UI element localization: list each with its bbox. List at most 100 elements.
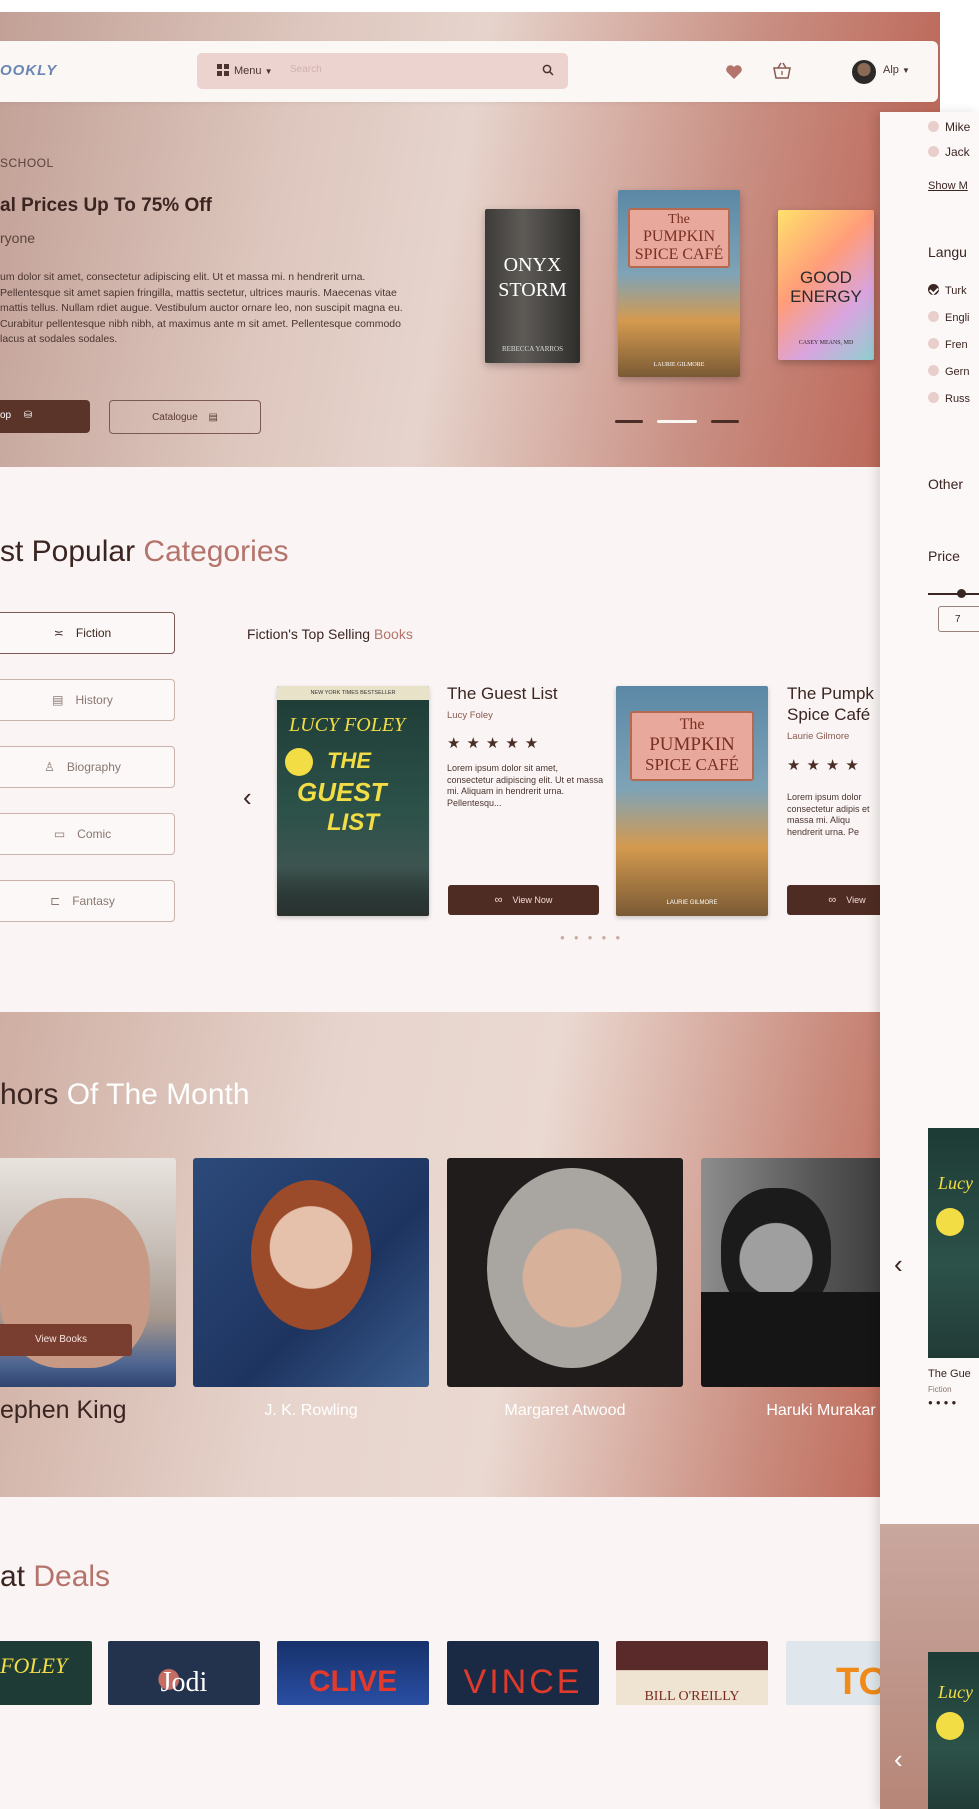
author-photo [251,1180,371,1330]
search-icon[interactable] [542,64,554,76]
basket-icon: ⛁ [23,410,33,421]
category-label: History [75,693,113,707]
result-book-genre: Fiction [928,1385,952,1394]
language-option[interactable]: Russ [928,392,970,405]
radio-icon [928,146,939,157]
category-comic[interactable]: ▭ Comic [0,813,175,855]
option-label: Turk [945,285,967,297]
main-page: OOKLY Menu ▼ Search Alp ▼ SCHOOL al Pric… [0,0,940,1809]
option-label: Mike [945,120,971,134]
title-accent: Categories [143,535,289,568]
rating-dots: ●●●● [928,1398,960,1407]
menu-button[interactable]: Menu ▼ [217,64,273,77]
option-label: Russ [945,393,971,405]
view-now-button[interactable]: ∞ View Now [448,885,599,915]
catalogue-label: Catalogue [152,412,198,423]
language-option[interactable]: Turk [928,284,967,297]
deal-book[interactable]: Jodi [108,1641,260,1705]
rating-stars: ★★★★★ [447,735,545,752]
chevron-down-icon: ▼ [264,67,273,76]
authors-title: hors Of The Month [0,1078,250,1112]
show-more-link[interactable]: Show M [928,180,968,192]
author-name[interactable]: ephen King [0,1396,127,1425]
deal-book[interactable]: FOLEY [0,1641,92,1705]
chevron-left-icon[interactable]: ‹ [894,1744,903,1775]
price-min-input[interactable]: 7 [938,606,979,632]
search-input[interactable]: Search [290,64,322,75]
title-accent: Deals [33,1560,111,1593]
book-cover-author: CASEY MEANS, MD [798,340,854,346]
chevron-left-icon[interactable]: ‹ [243,782,252,813]
checkbox-icon [928,392,939,403]
language-option[interactable]: Engli [928,311,969,324]
price-min-value: 7 [955,614,961,625]
categories-title: st Popular Categories [0,535,289,569]
grid-icon [217,64,229,76]
book-cover-pumpkin-spice-cafe[interactable]: The PUMPKIN SPICE CAFÉ LAURIE GILMORE [616,686,768,916]
top-selling-heading: Fiction's Top Selling Books [247,626,413,642]
hero-book-onyx-storm[interactable]: ONYX STORM REBECCA YARROS [485,209,580,363]
basket-icon[interactable] [772,62,792,80]
comic-icon: ▭ [53,827,66,841]
book-description: Lorem ipsum dolor sit amet, consectetur … [447,763,604,808]
filter-author-option[interactable]: Jack [928,145,970,159]
deal-book[interactable]: CLIVE [277,1641,429,1705]
language-option[interactable]: Gern [928,365,969,378]
title-line: Spice Café [787,705,871,724]
badge-icon [285,748,313,776]
filter-author-option[interactable]: Mike [928,120,970,134]
book-cover-title: ONYX [503,254,562,276]
shop-button[interactable]: op ⛁ [0,400,90,433]
user-menu[interactable]: Alp ▼ [883,64,910,76]
category-fiction[interactable]: ≍ Fiction [0,612,175,654]
price-slider-track[interactable] [928,593,979,595]
cover-title: The [679,716,705,733]
rating-stars: ★★★★ [787,757,865,774]
hero-carousel-dots[interactable] [615,410,753,428]
result-book-title[interactable]: The Gue [928,1368,971,1380]
hero-book-good-energy[interactable]: GOOD ENERGY CASEY MEANS, MD [778,210,874,360]
cover-text: Lucy [938,1173,973,1193]
chevron-left-icon[interactable]: ‹ [894,1249,903,1280]
category-biography[interactable]: ♙ Biography [0,746,175,788]
book-cover-guest-list[interactable]: NEW YORK TIMES BESTSELLER LUCY FOLEY THE… [277,686,429,916]
search-bar[interactable]: Menu ▼ Search [197,53,568,89]
author-card-margaret-atwood[interactable] [447,1158,683,1387]
book-cover-title: ENERGY [790,287,862,306]
clipboard-icon: ▤ [208,412,218,423]
result-book-cover[interactable]: Lucy [928,1128,979,1358]
logo[interactable]: OOKLY [0,62,57,79]
author-name[interactable]: Margaret Atwood [447,1402,683,1420]
price-slider-handle[interactable] [957,589,966,598]
category-fantasy[interactable]: ⊏ Fantasy [0,880,175,922]
radio-icon [928,121,939,132]
cover-title: GUEST [297,777,387,807]
cover-author: LAURIE GILMORE [666,900,718,906]
title-plain: st Popular [0,535,144,568]
carousel-dot[interactable] [615,420,643,423]
checkbox-icon [928,365,939,376]
heart-icon[interactable] [725,64,743,80]
catalogue-button[interactable]: Catalogue ▤ [109,400,261,434]
author-card-jk-rowling[interactable] [193,1158,429,1387]
books-pager[interactable]: ●●●●● [560,933,629,942]
deal-book[interactable]: BILL O'REILLY [616,1641,768,1705]
deal-cover-text: FOLEY [0,1653,68,1678]
carousel-dot[interactable] [711,420,739,423]
fiction-icon: ≍ [53,626,64,640]
checkbox-icon [928,311,939,322]
carousel-dot-active[interactable] [657,420,697,423]
book-title[interactable]: The Guest List [447,683,558,704]
view-books-button[interactable]: View Books [0,1324,132,1356]
book-title[interactable]: The Pumpk Spice Café [787,683,874,725]
hero-book-pumpkin-spice-cafe[interactable]: The PUMPKIN SPICE CAFÉ LAURIE GILMORE [618,190,740,377]
category-history[interactable]: ▤ History [0,679,175,721]
deal-book[interactable]: VINCE [447,1641,599,1705]
hero-subtitle: ryone [0,230,36,246]
hero-description: um dolor sit amet, consectetur adipiscin… [0,271,403,345]
language-heading: Langu [928,244,967,260]
author-name[interactable]: J. K. Rowling [193,1402,429,1420]
result-book-cover[interactable]: Lucy [928,1652,979,1809]
avatar[interactable] [852,60,876,84]
language-option[interactable]: Fren [928,338,968,351]
